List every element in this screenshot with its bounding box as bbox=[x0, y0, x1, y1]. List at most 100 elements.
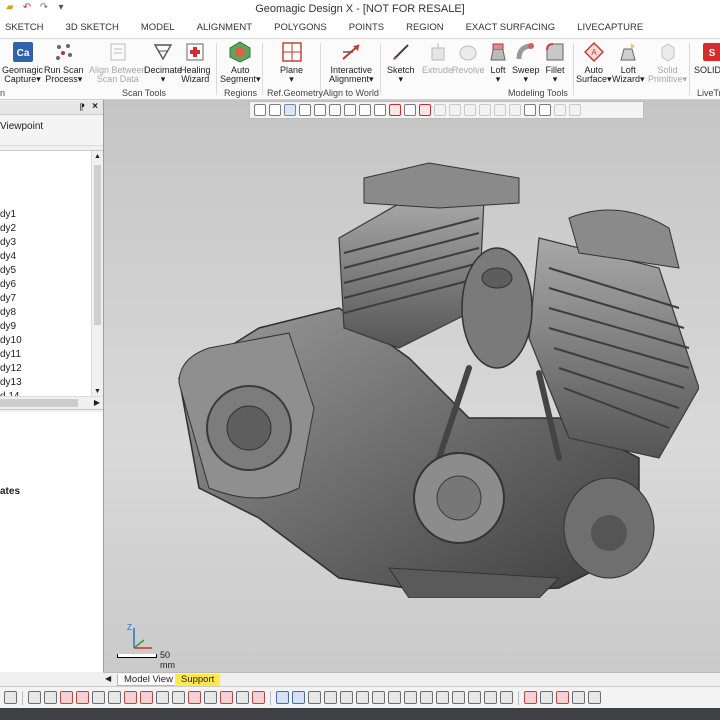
display-deviation-icon[interactable] bbox=[124, 691, 137, 704]
visibility-body-icon[interactable] bbox=[452, 691, 465, 704]
list-item[interactable]: dy4 bbox=[0, 250, 22, 264]
sweep-button[interactable]: Sweep ▾ bbox=[512, 41, 540, 84]
view-normal-icon[interactable] bbox=[374, 104, 386, 116]
list-item[interactable]: dy10 bbox=[0, 334, 22, 348]
list-item[interactable]: dy7 bbox=[0, 292, 22, 306]
tree-vertical-scrollbar[interactable]: ▲ ▼ bbox=[91, 151, 103, 397]
render-mode-icon[interactable] bbox=[284, 104, 296, 116]
list-item[interactable]: dy1 bbox=[0, 208, 22, 222]
visibility-sketch-icon[interactable] bbox=[340, 691, 353, 704]
model-viewport[interactable]: Z 50 mm bbox=[103, 100, 720, 672]
visibility-ref-icon[interactable] bbox=[500, 691, 513, 704]
scroll-thumb[interactable] bbox=[0, 399, 78, 407]
healing-wizard-button[interactable]: Healing Wizard bbox=[180, 41, 211, 84]
visibility-coord-icon[interactable] bbox=[404, 691, 417, 704]
visibility-line-icon[interactable] bbox=[388, 691, 401, 704]
loft-button[interactable]: Loft ▾ bbox=[487, 41, 509, 84]
engine-model[interactable] bbox=[139, 158, 699, 598]
measure-icon[interactable] bbox=[524, 691, 537, 704]
list-item[interactable]: dy3 bbox=[0, 236, 22, 250]
view-right-icon[interactable] bbox=[329, 104, 341, 116]
clip-icon[interactable] bbox=[556, 691, 569, 704]
filter-icon[interactable] bbox=[524, 104, 536, 116]
visibility-measure-icon[interactable] bbox=[420, 691, 433, 704]
list-item[interactable]: dy5 bbox=[0, 264, 22, 278]
display-section-icon[interactable] bbox=[188, 691, 201, 704]
tab-alignment[interactable]: ALIGNMENT bbox=[186, 18, 263, 38]
tab-model[interactable]: MODEL bbox=[130, 18, 186, 38]
list-item[interactable]: dy9 bbox=[0, 320, 22, 334]
display-light-icon[interactable] bbox=[236, 691, 249, 704]
view-back-icon[interactable] bbox=[359, 104, 371, 116]
record-icon[interactable] bbox=[572, 691, 585, 704]
list-item[interactable]: dy13 bbox=[0, 376, 22, 390]
scroll-up-icon[interactable]: ▲ bbox=[94, 153, 101, 160]
view-front-icon[interactable] bbox=[299, 104, 311, 116]
align-between-scan-data-button[interactable]: Align Between Scan Data bbox=[89, 41, 147, 84]
auto-segment-button[interactable]: Auto Segment▾ bbox=[220, 41, 261, 84]
viewpoint-header[interactable]: Viewpoint bbox=[0, 116, 103, 146]
rectangle-select-icon[interactable] bbox=[419, 104, 431, 116]
tab-model-view[interactable]: Model View bbox=[117, 674, 180, 686]
display-texture-icon[interactable] bbox=[204, 691, 217, 704]
tab-region[interactable]: REGION bbox=[395, 18, 454, 38]
tab-polygons[interactable]: POLYGONS bbox=[263, 18, 338, 38]
tab-support[interactable]: Support bbox=[175, 674, 221, 686]
auto-surface-button[interactable]: A Auto Surface▾ bbox=[576, 41, 612, 84]
tab-scroll-left-icon[interactable]: ◀ bbox=[105, 674, 111, 683]
tab-livecapture[interactable]: LIVECAPTURE bbox=[566, 18, 654, 38]
pin-icon[interactable]: ⁋ bbox=[79, 102, 85, 113]
tab-3d-sketch[interactable]: 3D SKETCH bbox=[55, 18, 130, 38]
visibility-point-icon[interactable] bbox=[324, 691, 337, 704]
decimate-button[interactable]: Decimate ▾ bbox=[144, 41, 182, 84]
visibility-feature-icon[interactable] bbox=[468, 691, 481, 704]
tab-exact-surfacing[interactable]: EXACT SURFACING bbox=[455, 18, 567, 38]
visibility-icon[interactable] bbox=[539, 104, 551, 116]
display-mesh-icon[interactable] bbox=[76, 691, 89, 704]
view-cube-icon[interactable] bbox=[269, 104, 281, 116]
display-edges-icon[interactable] bbox=[172, 691, 185, 704]
scroll-down-icon[interactable]: ▼ bbox=[94, 388, 101, 395]
light-bulb-icon[interactable] bbox=[588, 691, 601, 704]
tab-sketch[interactable]: SKETCH bbox=[0, 18, 55, 38]
display-transparency-icon[interactable] bbox=[252, 691, 265, 704]
scroll-right-icon[interactable]: ▶ bbox=[94, 398, 100, 407]
list-item[interactable]: dy11 bbox=[0, 348, 22, 362]
view-top-icon[interactable] bbox=[314, 104, 326, 116]
solidworks-button[interactable]: S SOLIDW bbox=[694, 41, 720, 75]
select-arrow-icon[interactable] bbox=[389, 104, 401, 116]
list-item[interactable]: dy12 bbox=[0, 362, 22, 376]
section-view-icon[interactable] bbox=[540, 691, 553, 704]
list-item[interactable]: dy8 bbox=[0, 306, 22, 320]
list-item[interactable]: dy6 bbox=[0, 278, 22, 292]
tree-horizontal-scrollbar[interactable]: ▶ bbox=[0, 396, 103, 409]
scroll-thumb[interactable] bbox=[94, 165, 101, 325]
run-scan-process-button[interactable]: Run Scan Process▾ bbox=[44, 41, 84, 84]
sketch-button[interactable]: Sketch ▾ bbox=[387, 41, 415, 84]
revolve-button[interactable]: Revolve bbox=[452, 41, 485, 75]
display-wire-icon[interactable] bbox=[44, 691, 57, 704]
display-region-icon[interactable] bbox=[60, 691, 73, 704]
tab-points[interactable]: POINTS bbox=[338, 18, 395, 38]
display-curvature-icon[interactable] bbox=[108, 691, 121, 704]
extend-select-icon[interactable] bbox=[509, 104, 521, 116]
visibility-vector-icon[interactable] bbox=[372, 691, 385, 704]
visibility-plane-icon[interactable] bbox=[356, 691, 369, 704]
display-color-icon[interactable] bbox=[220, 691, 233, 704]
interactive-alignment-button[interactable]: Interactive Alignment▾ bbox=[329, 41, 374, 84]
visibility-region-icon[interactable] bbox=[484, 691, 497, 704]
solid-primitive-button[interactable]: Solid Primitive▾ bbox=[648, 41, 687, 84]
loft-wizard-button[interactable]: Loft Wizard▾ bbox=[612, 41, 645, 84]
display-mode-icon[interactable] bbox=[4, 691, 17, 704]
display-normals-icon[interactable] bbox=[156, 691, 169, 704]
circle-select-icon[interactable] bbox=[434, 104, 446, 116]
geomagic-capture-button[interactable]: Ca Geomagic Capture▾ bbox=[2, 41, 43, 84]
options-icon[interactable] bbox=[569, 104, 581, 116]
close-icon[interactable]: × bbox=[92, 101, 98, 112]
plane-button[interactable]: Plane ▾ bbox=[280, 41, 303, 84]
flood-select-icon[interactable] bbox=[494, 104, 506, 116]
visibility-mesh-icon[interactable] bbox=[308, 691, 321, 704]
extrude-button[interactable]: Extrude bbox=[422, 41, 453, 75]
view-hexagon-icon[interactable] bbox=[254, 104, 266, 116]
polygon-select-icon[interactable] bbox=[449, 104, 461, 116]
